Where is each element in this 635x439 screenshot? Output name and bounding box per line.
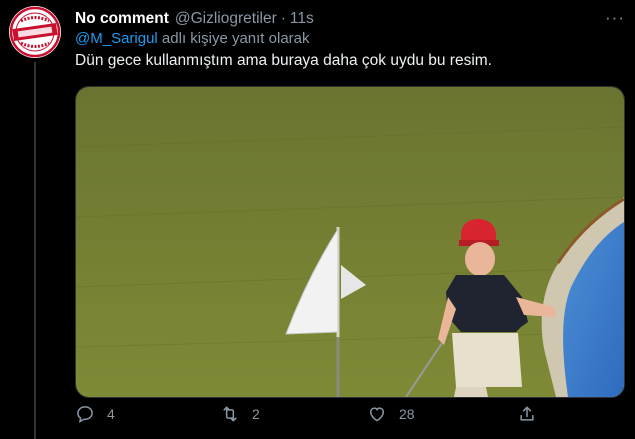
reply-icon: [77, 406, 93, 423]
timestamp[interactable]: 11s: [290, 10, 314, 28]
heart-icon: [369, 407, 385, 422]
more-options-icon[interactable]: ···: [605, 8, 625, 28]
retweet-button[interactable]: 2: [220, 404, 260, 424]
user-handle[interactable]: @Gizliogretiler: [175, 10, 277, 28]
like-count: 28: [399, 406, 415, 422]
reply-suffix: adlı kişiye yanıt olarak: [157, 30, 310, 47]
tweet-header: No comment @Gizliogretiler · 11s: [75, 8, 623, 30]
tweet-actions: 4 2 28: [75, 404, 623, 432]
tweet-text: Dün gece kullanmıştım ama buraya daha ço…: [75, 52, 492, 69]
no-comment-stamp-logo: [9, 6, 61, 58]
retweet-count: 2: [252, 406, 260, 422]
share-icon: [520, 406, 534, 421]
retweet-icon: [223, 406, 237, 422]
display-name[interactable]: No comment: [75, 10, 169, 28]
tweet-media-image[interactable]: [75, 86, 625, 398]
separator-dot: ·: [280, 10, 286, 27]
reply-button[interactable]: 4: [75, 404, 115, 424]
thread-line: [34, 62, 36, 439]
golf-photo: [76, 87, 624, 397]
reply-count: 4: [107, 406, 115, 422]
avatar[interactable]: [9, 6, 61, 58]
like-button[interactable]: 28: [367, 404, 415, 424]
reply-mention-link[interactable]: @M_Sarigul: [75, 30, 158, 47]
reply-context: @M_Sarigul adlı kişiye yanıt olarak: [75, 30, 310, 47]
share-button[interactable]: [517, 404, 537, 424]
